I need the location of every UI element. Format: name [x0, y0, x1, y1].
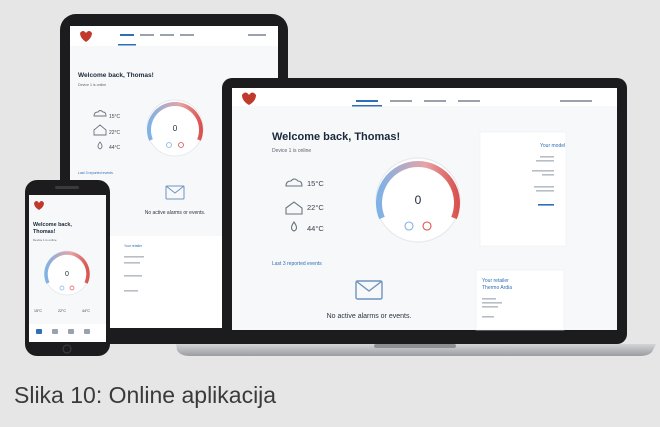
phone-temperature-dial[interactable]: 0 [44, 250, 90, 296]
laptop-temperature-dial[interactable]: 0 [375, 157, 461, 243]
laptop-dial-value: 0 [415, 193, 422, 207]
laptop-welcome-title: Welcome back, Thomas! [272, 131, 400, 143]
figure-caption: Slika 10: Online aplikacija [14, 382, 277, 408]
laptop-empty-state: No active alarms or events. [327, 313, 412, 320]
laptop-last-events-link[interactable]: Last 3 reported events [272, 261, 322, 267]
laptop-outdoor-temp: 15°C [307, 179, 324, 188]
laptop-retailer-name: Thermo Ardia [482, 285, 512, 291]
tablet-retailer-title: Your retailer [124, 244, 143, 248]
tablet-water-temp: 44°C [109, 145, 121, 151]
tablet-dial-value: 0 [173, 124, 178, 133]
phone-water-temp: 44°C [82, 309, 90, 313]
laptop-water-temp: 44°C [307, 224, 324, 233]
phone-tab-settings-icon[interactable] [84, 329, 90, 334]
device-mockup-illustration: Welcome back, Thomas! Device 1 is online… [25, 14, 656, 356]
tablet-outdoor-temp: 15°C [109, 114, 121, 120]
tablet-last-events-link[interactable]: Last 3 reported events [78, 171, 113, 175]
tablet-device-status: Device 1 is online [78, 83, 106, 87]
laptop-retailer-title: Your retailer [482, 278, 509, 284]
phone-tab-events-icon[interactable] [52, 329, 58, 334]
phone-tab-profile-icon[interactable] [68, 329, 74, 334]
phone-device: Welcome back, Thomas! Device 1 is online… [25, 180, 110, 356]
tablet-welcome-title: Welcome back, Thomas! [78, 72, 154, 79]
phone-dial-value: 0 [65, 271, 69, 278]
laptop-model-title: Your model [540, 143, 565, 149]
phone-outdoor-temp: 15°C [34, 309, 42, 313]
tablet-empty-state: No active alarms or events. [145, 210, 206, 216]
tablet-indoor-temp: 22°C [109, 130, 121, 136]
phone-indoor-temp: 22°C [58, 309, 66, 313]
tablet-temperature-dial[interactable]: 0 [146, 99, 204, 157]
phone-tab-home-icon[interactable] [36, 329, 42, 334]
laptop-indoor-temp: 22°C [307, 203, 324, 212]
laptop-device: Welcome back, Thomas! Device 1 is online… [176, 78, 656, 356]
phone-device-status: Device 1 is online [33, 238, 57, 242]
laptop-device-status: Device 1 is online [272, 148, 311, 154]
phone-welcome-line1: Welcome back, [33, 222, 72, 228]
phone-welcome-line2: Thomas! [33, 229, 56, 235]
